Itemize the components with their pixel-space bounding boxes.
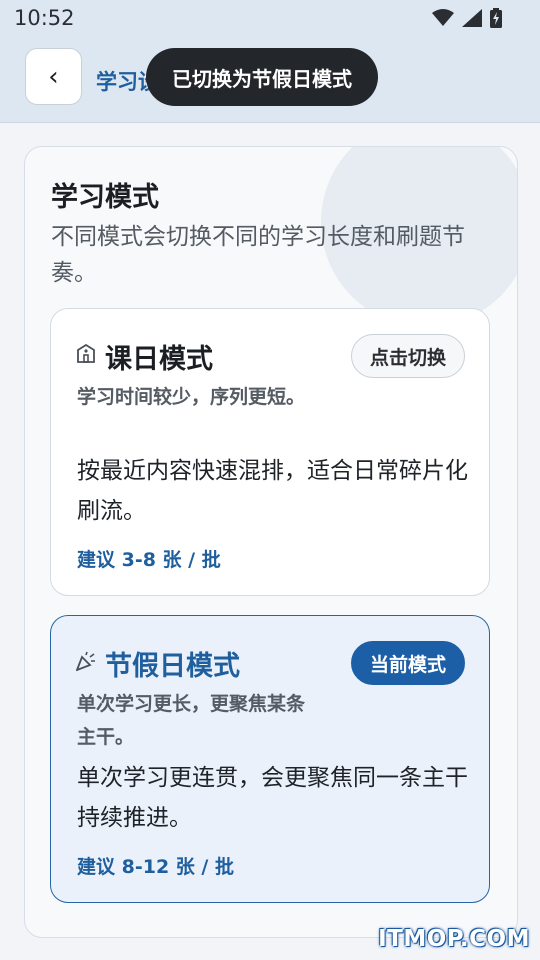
mode-name: 课日模式 [105, 344, 213, 375]
back-button[interactable]: ‹ [25, 48, 82, 105]
mode-card-school-day[interactable]: 课日模式 点击切换 学习时间较少，序列更短。 按最近内容快速混排，适合日常碎片化… [50, 308, 490, 596]
status-bar: 10:52 [0, 0, 540, 36]
watermark-logo: ITMOP.COM [378, 926, 530, 952]
battery-charging-icon [490, 8, 502, 28]
wifi-icon [432, 9, 454, 26]
school-icon [75, 343, 97, 369]
section-description: 不同模式会切换不同的学习长度和刷题节奏。 [51, 224, 465, 286]
mode-subtitle: 单次学习更长，更聚焦某条主干。 [77, 693, 306, 748]
status-icons [432, 8, 502, 28]
mode-batch-hint: 建议 8-12 张 / 批 [77, 856, 234, 878]
mode-subtitle: 学习时间较少，序列更短。 [77, 386, 306, 408]
current-mode-badge: 当前模式 [350, 641, 465, 685]
chevron-left-icon: ‹ [48, 61, 59, 92]
mode-name: 节假日模式 [105, 651, 240, 682]
switch-mode-button[interactable]: 点击切换 [350, 334, 465, 378]
status-time: 10:52 [14, 6, 75, 30]
party-popper-icon [75, 651, 97, 676]
mode-card-holiday[interactable]: 节假日模式 当前模式 单次学习更长，更聚焦某条主干。 单次学习更连贯，会更聚焦同… [50, 615, 490, 903]
mode-header: 节假日模式 [75, 644, 240, 683]
section-title: 学习模式 [51, 182, 159, 213]
signal-icon [462, 9, 482, 27]
toast-message: 已切换为节假日模式 [146, 48, 378, 106]
mode-header: 课日模式 [75, 337, 213, 376]
mode-description: 单次学习更连贯，会更聚焦同一条主干持续推进。 [77, 765, 468, 831]
mode-batch-hint: 建议 3-8 张 / 批 [77, 549, 221, 571]
study-mode-panel: 学习模式 不同模式会切换不同的学习长度和刷题节奏。 课日模式 点击切换 学习时间… [24, 146, 518, 938]
mode-description: 按最近内容快速混排，适合日常碎片化刷流。 [77, 458, 468, 524]
